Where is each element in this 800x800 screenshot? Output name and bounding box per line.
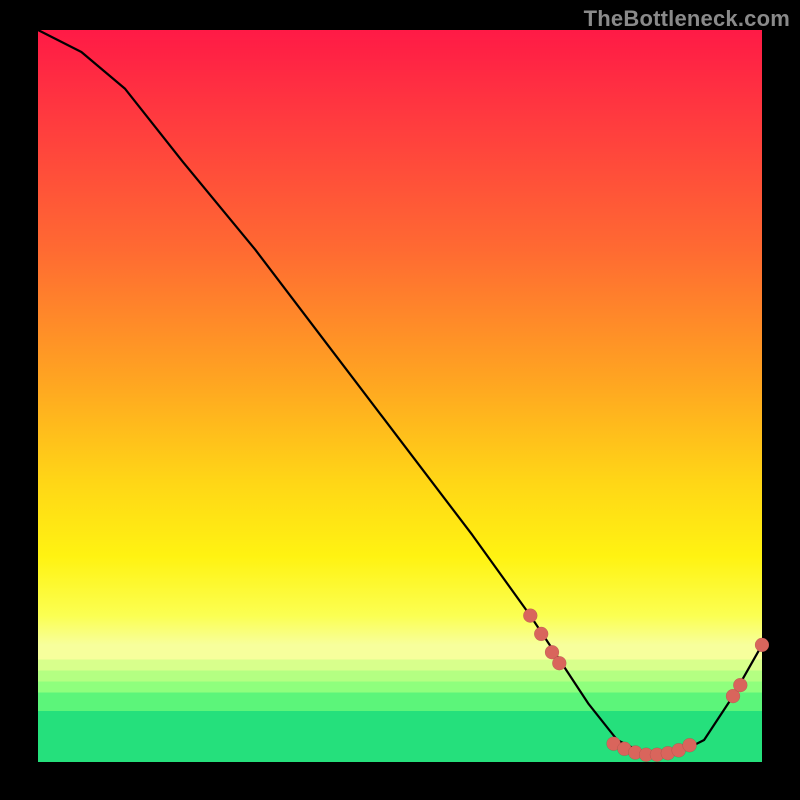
data-marker [755, 638, 769, 652]
bottleneck-curve [38, 30, 762, 755]
data-marker [683, 738, 697, 752]
marker-layer [523, 609, 769, 762]
plot-area [38, 30, 762, 762]
chart-frame: TheBottleneck.com [0, 0, 800, 800]
data-marker [523, 609, 537, 623]
data-marker [733, 678, 747, 692]
data-marker [534, 627, 548, 641]
watermark-text: TheBottleneck.com [584, 6, 790, 32]
data-marker [552, 656, 566, 670]
curve-svg [38, 30, 762, 762]
